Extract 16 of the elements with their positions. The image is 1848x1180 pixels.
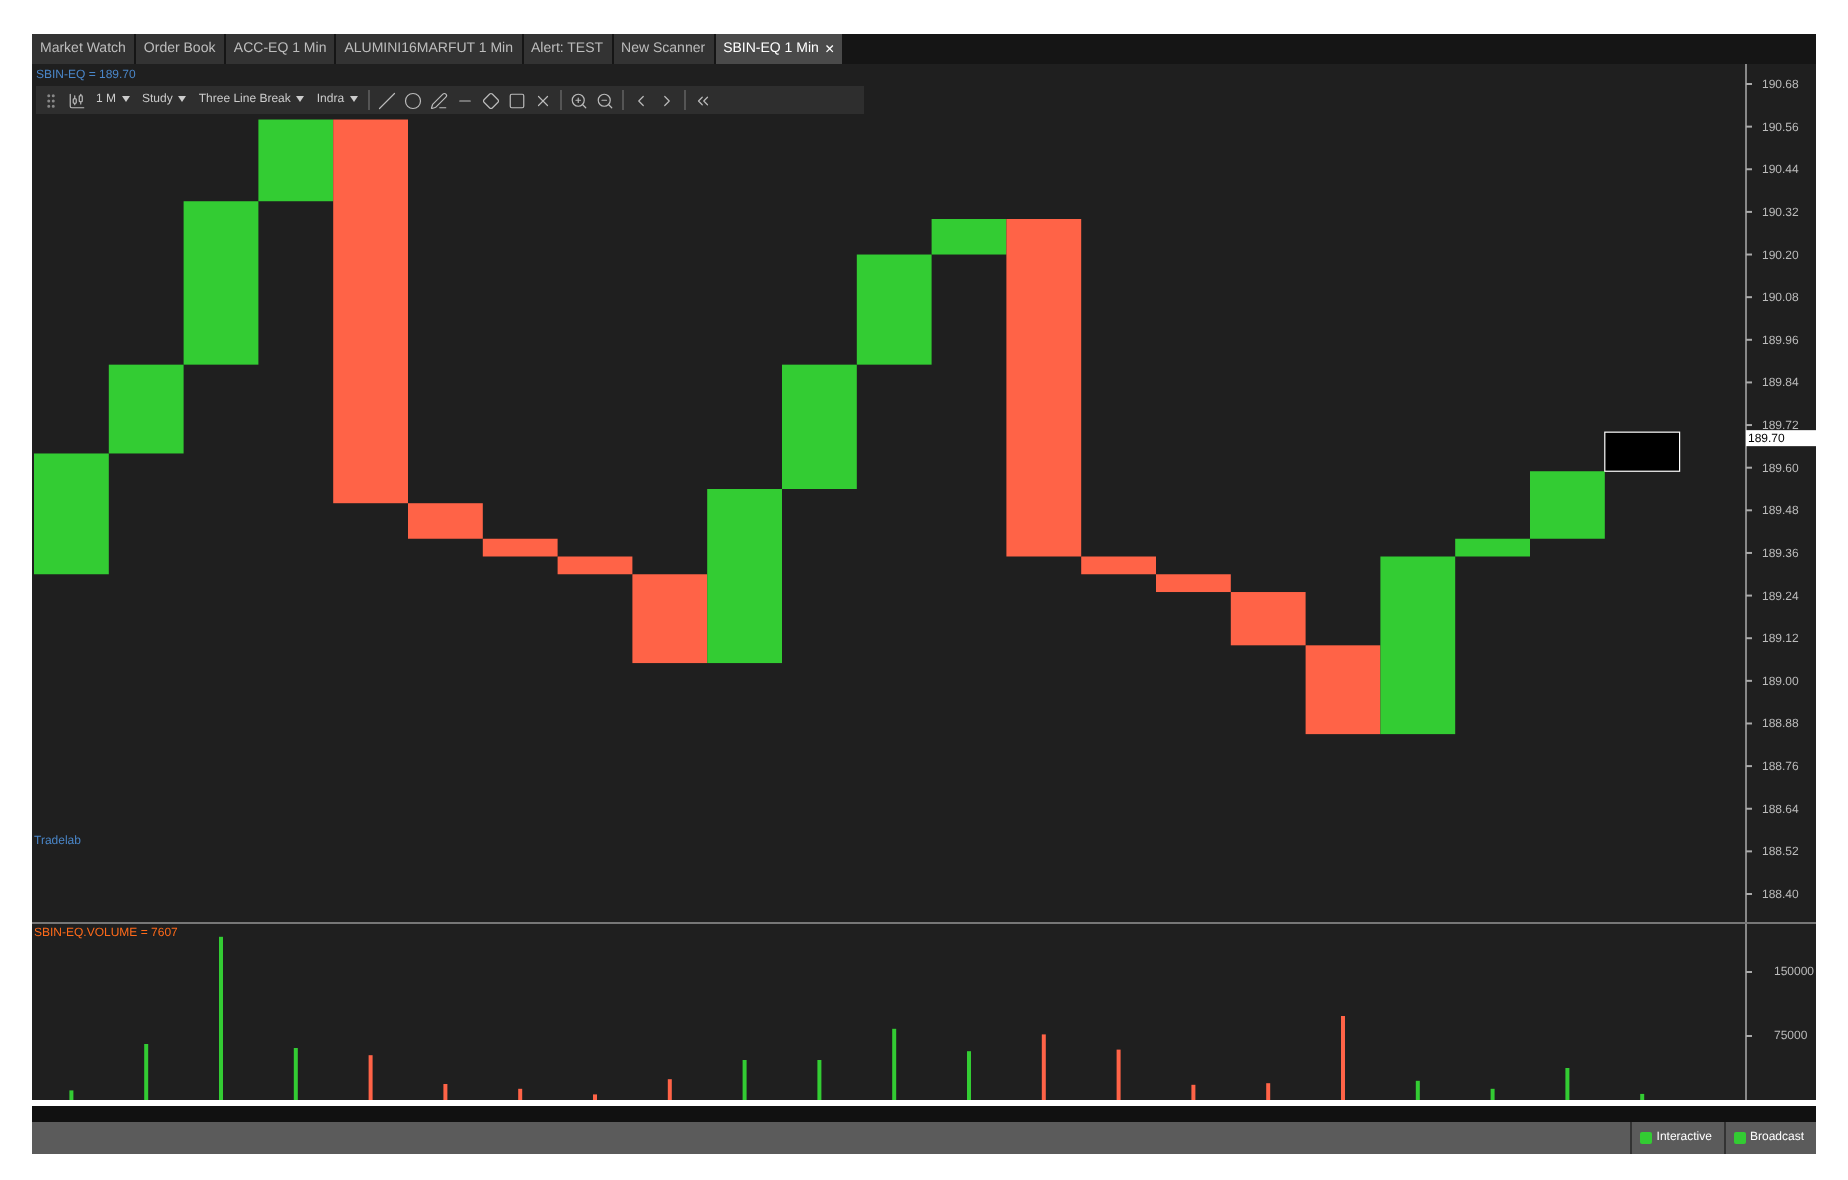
diamond-icon[interactable] xyxy=(482,91,501,109)
caret-icon xyxy=(350,96,359,102)
caret-icon xyxy=(122,96,131,102)
close-icon[interactable]: × xyxy=(824,40,835,58)
zoom-out-icon[interactable] xyxy=(596,91,615,109)
collapse-icon[interactable] xyxy=(694,91,713,109)
cross-icon[interactable] xyxy=(534,91,553,109)
zoom-in-icon[interactable] xyxy=(570,91,589,109)
circle-icon[interactable] xyxy=(404,91,423,109)
chart-icon[interactable] xyxy=(68,91,86,109)
caret-icon xyxy=(178,96,187,102)
line-icon[interactable] xyxy=(378,91,397,109)
square-icon[interactable] xyxy=(508,91,527,109)
pen-icon[interactable] xyxy=(430,91,449,109)
grip-icon xyxy=(42,91,60,109)
caret-icon xyxy=(296,96,305,102)
